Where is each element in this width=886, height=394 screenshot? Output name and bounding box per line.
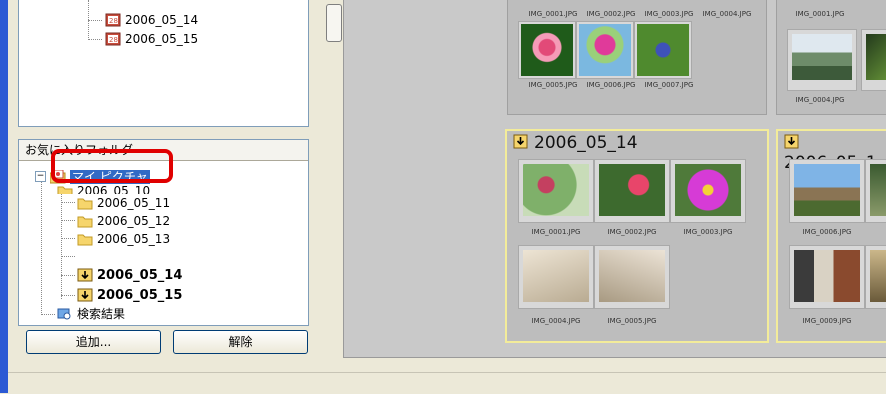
photo-group-2: IMG_0001.JPG IMG_0004.JPG xyxy=(776,0,886,115)
thumbnail[interactable] xyxy=(861,29,886,91)
photo-group-1: IMG_0001.JPG IMG_0002.JPG IMG_0003.JPG I… xyxy=(507,0,767,115)
tree-item-2006-05-14[interactable]: 2006_05_14 xyxy=(77,267,182,283)
tree-item-2006-05-12[interactable]: 2006_05_12 xyxy=(77,213,170,229)
photo-folder-icon: 28 xyxy=(105,32,121,46)
folder-icon xyxy=(57,184,73,194)
search-results-icon xyxy=(57,307,73,321)
folder-icon xyxy=(77,214,93,228)
thumbnail[interactable] xyxy=(787,29,857,91)
favorites-header: お気に入りフォルダ xyxy=(19,140,308,161)
tree-item-2006-05-13[interactable]: 2006_05_13 xyxy=(77,231,170,247)
svg-text:28: 28 xyxy=(109,36,118,44)
window-edge xyxy=(0,0,8,393)
photo-group-2006-05-15: 2006_05_1 IMG_0006.JPG IMG_0009.JPG xyxy=(776,129,886,343)
thumbnail[interactable] xyxy=(865,245,886,309)
import-icon xyxy=(784,134,799,149)
folder-icon xyxy=(77,196,93,210)
thumbnail[interactable] xyxy=(576,21,634,79)
import-icon xyxy=(77,268,93,282)
thumbnail[interactable] xyxy=(594,159,670,223)
thumbnail[interactable] xyxy=(789,245,865,309)
thumbnail[interactable] xyxy=(518,21,576,79)
thumbnail[interactable] xyxy=(594,245,670,309)
svg-text:28: 28 xyxy=(109,17,118,25)
tree-item-partial[interactable]: 2006_05_10 xyxy=(57,183,150,194)
tree-item-search-results[interactable]: 検索結果 xyxy=(57,306,125,322)
folder-tree[interactable]: 28 2006_05_14 28 2006_05_15 xyxy=(18,0,309,127)
splitter-handle[interactable] xyxy=(326,4,342,42)
thumbnail[interactable] xyxy=(518,245,594,309)
tree-item-2006-05-15[interactable]: 28 2006_05_15 xyxy=(105,31,198,47)
photo-folder-icon: 28 xyxy=(105,13,121,27)
thumbnail[interactable] xyxy=(789,159,865,223)
thumbnail[interactable] xyxy=(670,159,746,223)
tree-item-2006-05-14[interactable]: 28 2006_05_14 xyxy=(105,12,198,28)
collapse-icon[interactable]: − xyxy=(35,171,46,182)
my-pictures-icon xyxy=(49,169,66,184)
tree-item-2006-05-15[interactable]: 2006_05_15 xyxy=(77,287,182,303)
status-bar xyxy=(8,372,886,394)
import-icon xyxy=(513,134,528,149)
thumbnail-view: IMG_0001.JPG IMG_0002.JPG IMG_0003.JPG I… xyxy=(343,0,886,358)
add-button[interactable]: 追加... xyxy=(26,330,161,354)
import-icon xyxy=(77,288,93,302)
thumbnail[interactable] xyxy=(634,21,692,79)
photo-group-2006-05-14: 2006_05_14 IMG_0001.JPG IMG_0002.JPG IMG… xyxy=(505,129,769,343)
favorites-panel: お気に入りフォルダ − マイ ピクチャ 2006_05_10 2006_05_1… xyxy=(18,139,309,326)
splitter xyxy=(315,0,343,360)
thumbnail[interactable] xyxy=(865,159,886,223)
remove-button[interactable]: 解除 xyxy=(173,330,308,354)
tree-item-2006-05-11[interactable]: 2006_05_11 xyxy=(77,195,170,211)
thumbnail[interactable] xyxy=(518,159,594,223)
group-title: 2006_05_14 xyxy=(513,133,638,153)
folder-icon xyxy=(77,232,93,246)
